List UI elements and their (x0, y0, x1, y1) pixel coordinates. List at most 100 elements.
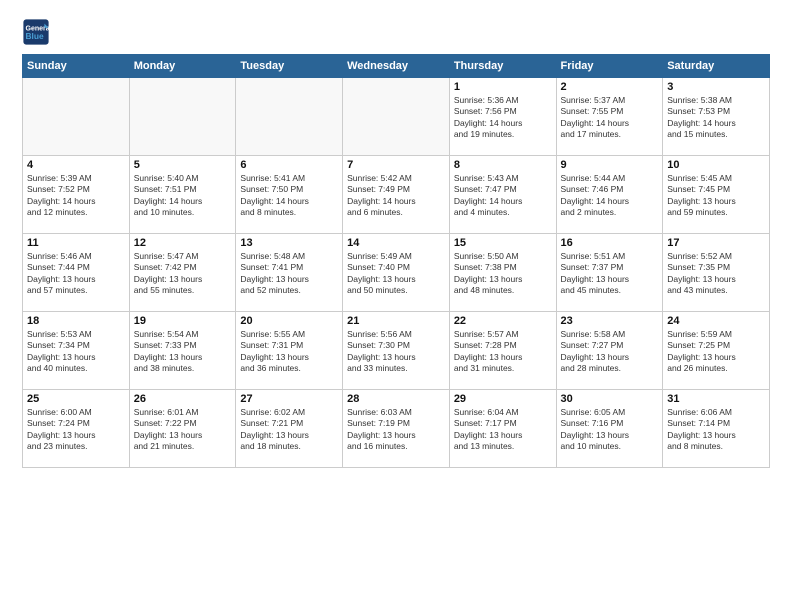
day-number: 12 (134, 237, 232, 249)
calendar: SundayMondayTuesdayWednesdayThursdayFrid… (22, 54, 770, 468)
day-cell: 17 Sunrise: 5:52 AM Sunset: 7:35 PM Dayli… (663, 234, 770, 312)
day-number: 4 (27, 159, 125, 171)
day-number: 22 (454, 315, 552, 327)
weekday-header-thursday: Thursday (449, 55, 556, 78)
day-cell: 6Sunrise: 5:41 AM Sunset: 7:50 PM Daylig… (236, 156, 343, 234)
day-cell: 4 Sunrise: 5:39 AM Sunset: 7:52 PM Daylig… (23, 156, 130, 234)
day-info: Sunrise: 5:51 AM Sunset: 7:37 PM Dayligh… (561, 251, 659, 297)
day-number: 18 (27, 315, 125, 327)
day-info: Sunrise: 6:05 AM Sunset: 7:16 PM Dayligh… (561, 407, 659, 453)
day-info: Sunrise: 5:52 AM Sunset: 7:35 PM Dayligh… (667, 251, 765, 297)
day-info: Sunrise: 6:04 AM Sunset: 7:17 PM Dayligh… (454, 407, 552, 453)
svg-text:Blue: Blue (26, 31, 44, 41)
week-row-5: 25 Sunrise: 6:00 AM Sunset: 7:24 PM Dayli… (23, 390, 770, 468)
day-cell (129, 78, 236, 156)
day-info: Sunrise: 5:53 AM Sunset: 7:34 PM Dayligh… (27, 329, 125, 375)
week-row-2: 4 Sunrise: 5:39 AM Sunset: 7:52 PM Daylig… (23, 156, 770, 234)
day-number: 9 (561, 159, 659, 171)
day-cell: 3Sunrise: 5:38 AM Sunset: 7:53 PM Daylig… (663, 78, 770, 156)
day-number: 30 (561, 393, 659, 405)
day-cell: 8 Sunrise: 5:43 AM Sunset: 7:47 PM Daylig… (449, 156, 556, 234)
day-info: Sunrise: 5:54 AM Sunset: 7:33 PM Dayligh… (134, 329, 232, 375)
day-number: 6 (240, 159, 338, 171)
day-number: 8 (454, 159, 552, 171)
day-info: Sunrise: 6:01 AM Sunset: 7:22 PM Dayligh… (134, 407, 232, 453)
day-cell: 10Sunrise: 5:45 AM Sunset: 7:45 PM Dayli… (663, 156, 770, 234)
day-cell: 31 Sunrise: 6:06 AM Sunset: 7:14 PM Dayli… (663, 390, 770, 468)
day-info: Sunrise: 5:36 AM Sunset: 7:56 PM Dayligh… (454, 95, 552, 141)
day-number: 5 (134, 159, 232, 171)
day-info: Sunrise: 5:59 AM Sunset: 7:25 PM Dayligh… (667, 329, 765, 375)
day-cell: 30 Sunrise: 6:05 AM Sunset: 7:16 PM Dayli… (556, 390, 663, 468)
day-info: Sunrise: 5:40 AM Sunset: 7:51 PM Dayligh… (134, 173, 232, 219)
day-cell: 21Sunrise: 5:56 AM Sunset: 7:30 PM Dayli… (343, 312, 450, 390)
day-number: 2 (561, 81, 659, 93)
day-number: 19 (134, 315, 232, 327)
day-info: Sunrise: 6:02 AM Sunset: 7:21 PM Dayligh… (240, 407, 338, 453)
day-info: Sunrise: 5:49 AM Sunset: 7:40 PM Dayligh… (347, 251, 445, 297)
day-cell: 20 Sunrise: 5:55 AM Sunset: 7:31 PM Dayli… (236, 312, 343, 390)
day-cell: 1 Sunrise: 5:36 AM Sunset: 7:56 PM Daylig… (449, 78, 556, 156)
logo: General Blue (22, 18, 54, 46)
page: General Blue SundayMondayTuesdayWednesda… (0, 0, 792, 612)
day-number: 24 (667, 315, 765, 327)
day-cell: 11Sunrise: 5:46 AM Sunset: 7:44 PM Dayli… (23, 234, 130, 312)
day-cell: 24 Sunrise: 5:59 AM Sunset: 7:25 PM Dayli… (663, 312, 770, 390)
day-cell: 18 Sunrise: 5:53 AM Sunset: 7:34 PM Dayli… (23, 312, 130, 390)
day-number: 31 (667, 393, 765, 405)
day-info: Sunrise: 6:06 AM Sunset: 7:14 PM Dayligh… (667, 407, 765, 453)
day-number: 14 (347, 237, 445, 249)
day-cell: 26 Sunrise: 6:01 AM Sunset: 7:22 PM Dayli… (129, 390, 236, 468)
weekday-header-monday: Monday (129, 55, 236, 78)
day-info: Sunrise: 5:58 AM Sunset: 7:27 PM Dayligh… (561, 329, 659, 375)
header: General Blue (22, 18, 770, 46)
day-cell: 15Sunrise: 5:50 AM Sunset: 7:38 PM Dayli… (449, 234, 556, 312)
day-cell: 7 Sunrise: 5:42 AM Sunset: 7:49 PM Daylig… (343, 156, 450, 234)
day-number: 10 (667, 159, 765, 171)
week-row-4: 18 Sunrise: 5:53 AM Sunset: 7:34 PM Dayli… (23, 312, 770, 390)
day-number: 16 (561, 237, 659, 249)
day-cell: 28Sunrise: 6:03 AM Sunset: 7:19 PM Dayli… (343, 390, 450, 468)
day-number: 25 (27, 393, 125, 405)
week-row-1: 1 Sunrise: 5:36 AM Sunset: 7:56 PM Daylig… (23, 78, 770, 156)
day-number: 26 (134, 393, 232, 405)
day-number: 20 (240, 315, 338, 327)
day-cell: 29 Sunrise: 6:04 AM Sunset: 7:17 PM Dayli… (449, 390, 556, 468)
logo-icon: General Blue (22, 18, 50, 46)
day-number: 21 (347, 315, 445, 327)
day-info: Sunrise: 5:42 AM Sunset: 7:49 PM Dayligh… (347, 173, 445, 219)
day-cell: 27 Sunrise: 6:02 AM Sunset: 7:21 PM Dayli… (236, 390, 343, 468)
day-info: Sunrise: 5:57 AM Sunset: 7:28 PM Dayligh… (454, 329, 552, 375)
day-cell: 5 Sunrise: 5:40 AM Sunset: 7:51 PM Daylig… (129, 156, 236, 234)
week-row-3: 11Sunrise: 5:46 AM Sunset: 7:44 PM Dayli… (23, 234, 770, 312)
day-info: Sunrise: 6:03 AM Sunset: 7:19 PM Dayligh… (347, 407, 445, 453)
weekday-header-saturday: Saturday (663, 55, 770, 78)
day-cell: 25 Sunrise: 6:00 AM Sunset: 7:24 PM Dayli… (23, 390, 130, 468)
day-cell: 12 Sunrise: 5:47 AM Sunset: 7:42 PM Dayli… (129, 234, 236, 312)
day-number: 17 (667, 237, 765, 249)
weekday-header-row: SundayMondayTuesdayWednesdayThursdayFrid… (23, 55, 770, 78)
day-number: 7 (347, 159, 445, 171)
day-info: Sunrise: 5:47 AM Sunset: 7:42 PM Dayligh… (134, 251, 232, 297)
day-cell: 19 Sunrise: 5:54 AM Sunset: 7:33 PM Dayli… (129, 312, 236, 390)
day-cell: 16 Sunrise: 5:51 AM Sunset: 7:37 PM Dayli… (556, 234, 663, 312)
day-number: 23 (561, 315, 659, 327)
weekday-header-wednesday: Wednesday (343, 55, 450, 78)
day-info: Sunrise: 5:43 AM Sunset: 7:47 PM Dayligh… (454, 173, 552, 219)
day-number: 27 (240, 393, 338, 405)
day-number: 13 (240, 237, 338, 249)
day-cell (23, 78, 130, 156)
day-cell (343, 78, 450, 156)
weekday-header-friday: Friday (556, 55, 663, 78)
day-info: Sunrise: 5:39 AM Sunset: 7:52 PM Dayligh… (27, 173, 125, 219)
day-cell: 9Sunrise: 5:44 AM Sunset: 7:46 PM Daylig… (556, 156, 663, 234)
day-info: Sunrise: 6:00 AM Sunset: 7:24 PM Dayligh… (27, 407, 125, 453)
day-cell: 22 Sunrise: 5:57 AM Sunset: 7:28 PM Dayli… (449, 312, 556, 390)
day-info: Sunrise: 5:48 AM Sunset: 7:41 PM Dayligh… (240, 251, 338, 297)
weekday-header-sunday: Sunday (23, 55, 130, 78)
day-info: Sunrise: 5:37 AM Sunset: 7:55 PM Dayligh… (561, 95, 659, 141)
day-cell: 13 Sunrise: 5:48 AM Sunset: 7:41 PM Dayli… (236, 234, 343, 312)
day-number: 1 (454, 81, 552, 93)
day-info: Sunrise: 5:55 AM Sunset: 7:31 PM Dayligh… (240, 329, 338, 375)
day-number: 29 (454, 393, 552, 405)
